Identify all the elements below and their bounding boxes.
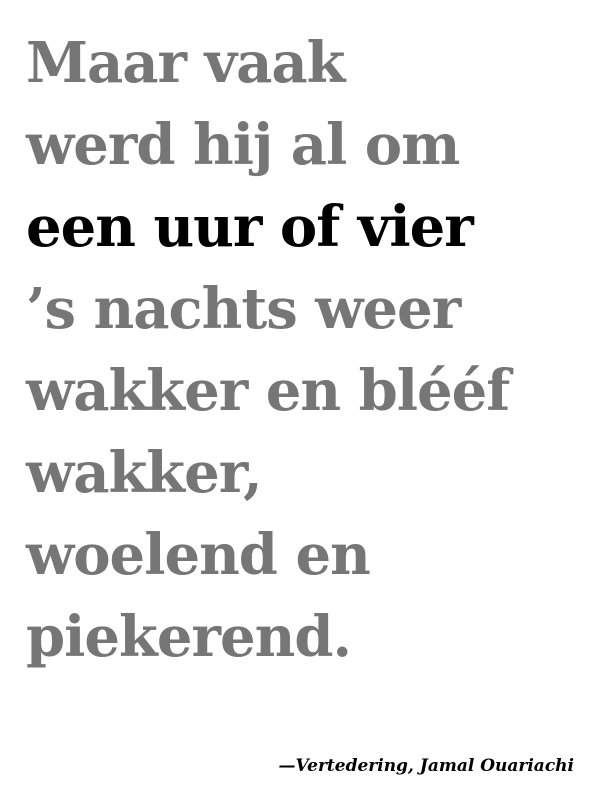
quote-line-highlighted: een uur of vier (26, 194, 474, 260)
quote-line: Maar vaak (26, 30, 345, 96)
quote-line: wakker en blééf (26, 358, 510, 424)
quote-line: piekerend. (26, 604, 352, 670)
quote-attribution: —Vertedering, Jamal Ouariachi (278, 756, 575, 776)
quote-line: wakker, (26, 440, 263, 506)
quote-line: werd hij al om (26, 112, 460, 178)
quote-line: woelend en (26, 522, 371, 588)
quote-text: Maar vaak werd hij al om een uur of vier… (26, 22, 586, 678)
quote-line: ’s nachts weer (26, 276, 461, 342)
